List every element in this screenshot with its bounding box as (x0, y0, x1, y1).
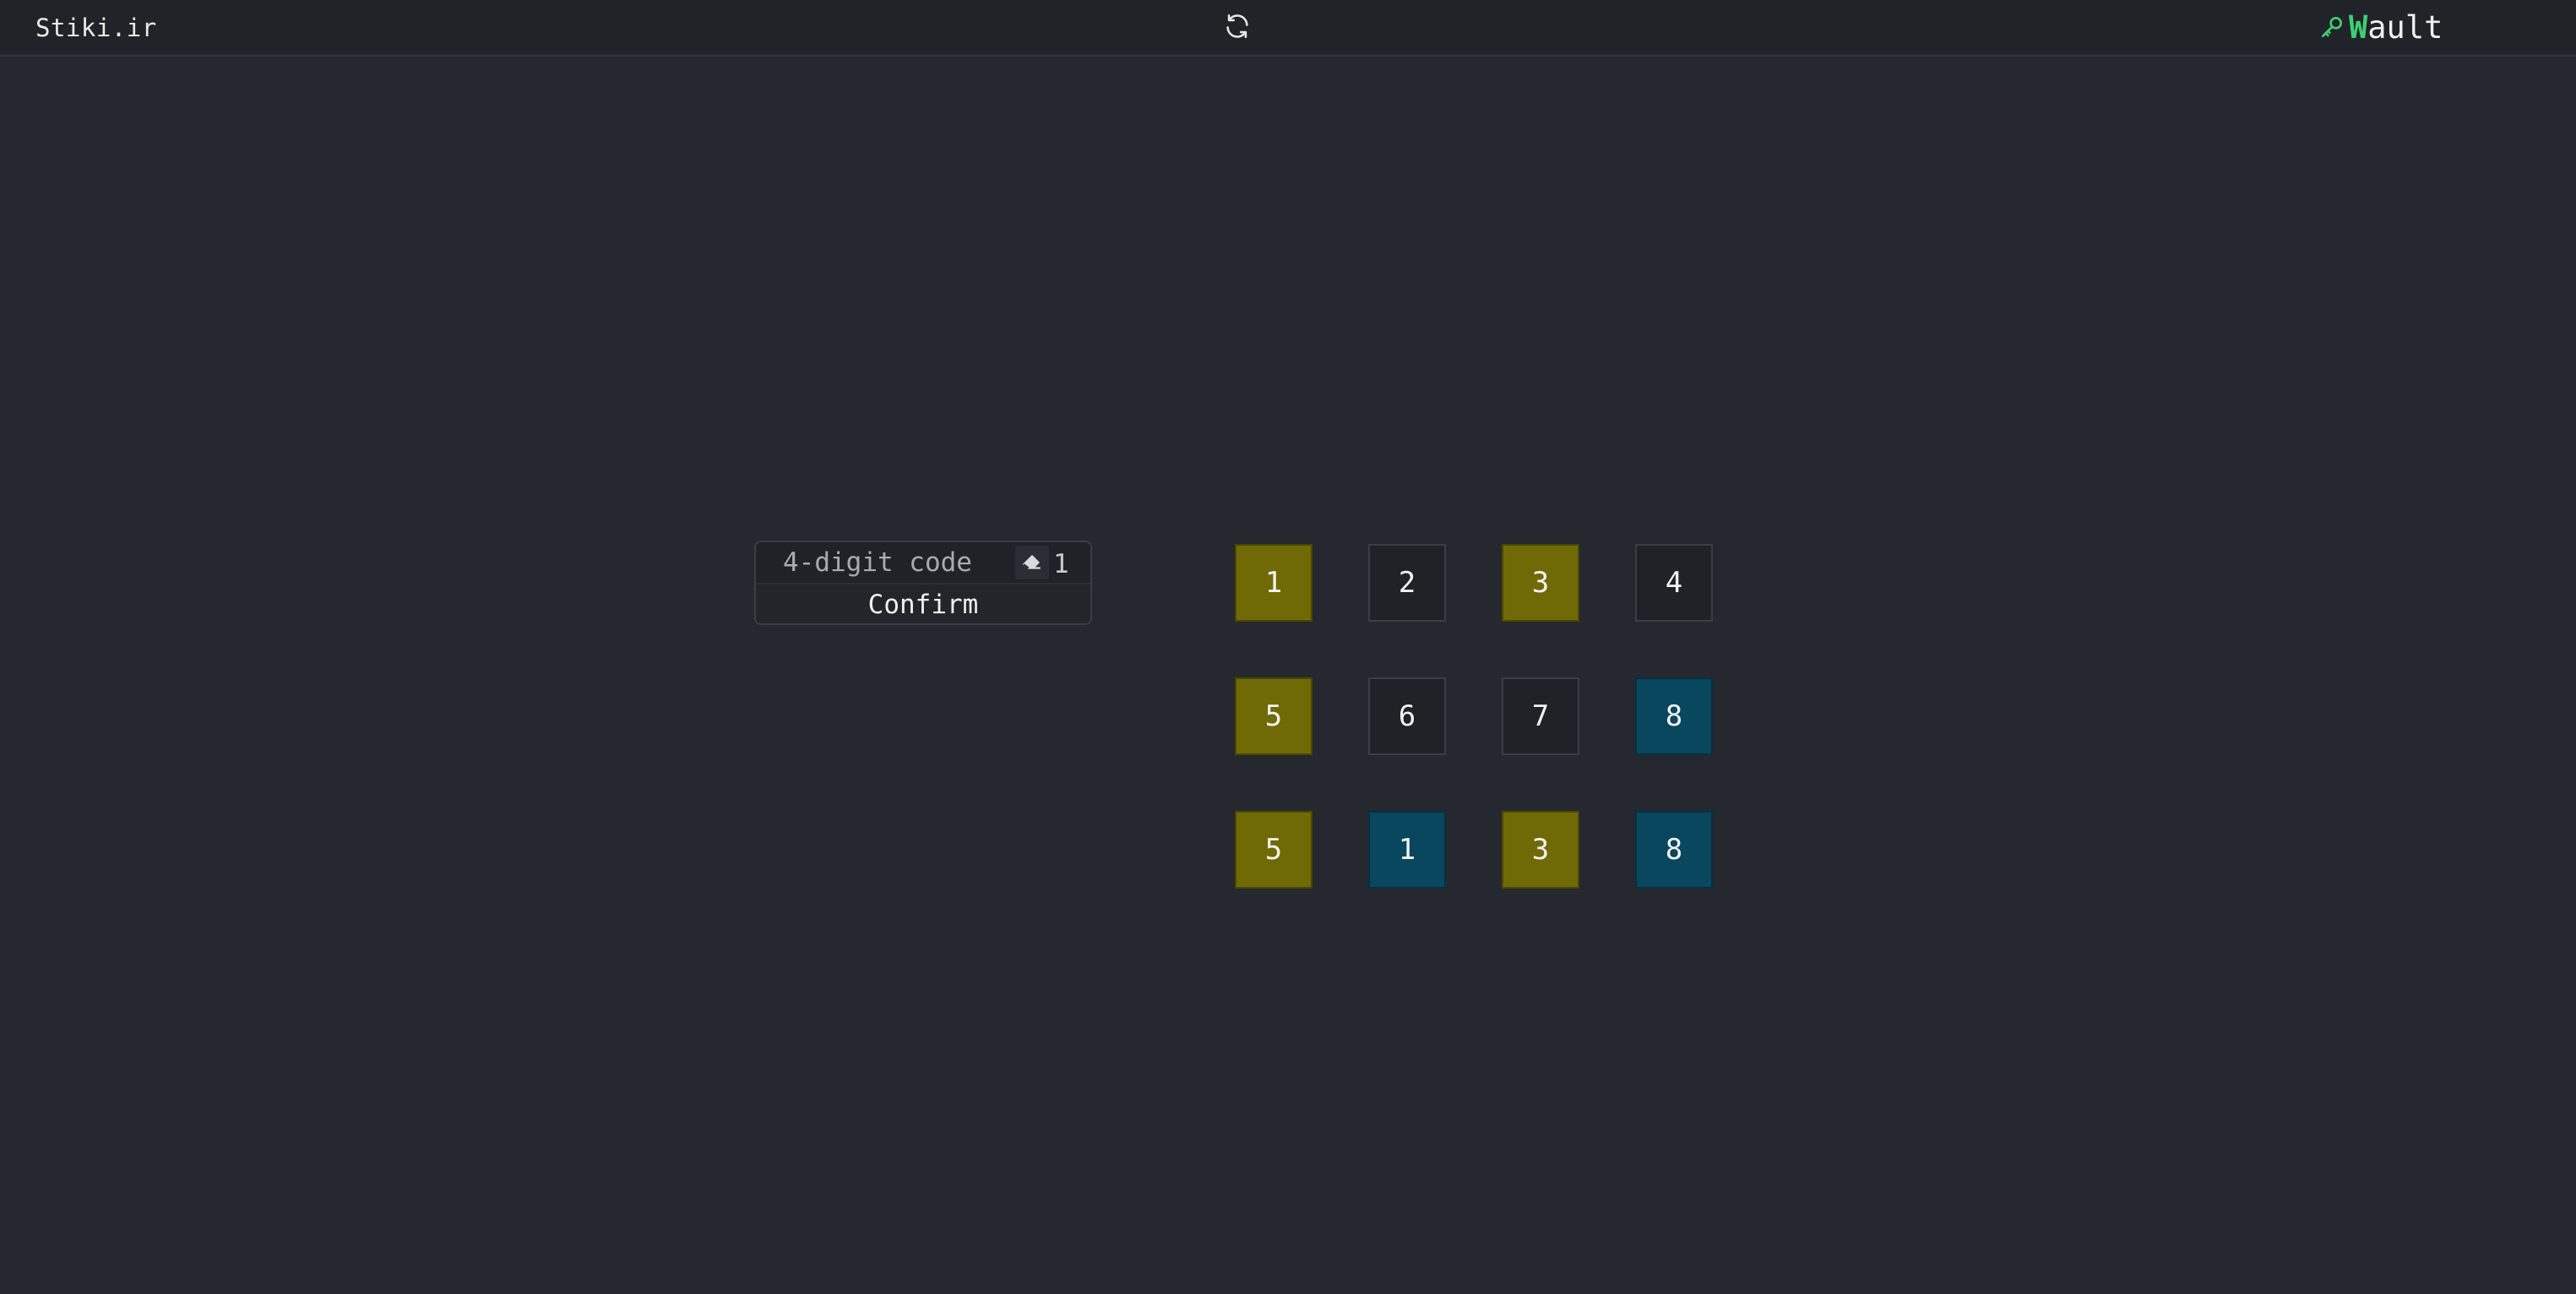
code-input-row: 1 (756, 542, 1090, 584)
tile[interactable]: 5 (1235, 677, 1312, 755)
tile[interactable]: 1 (1368, 811, 1446, 889)
tile[interactable]: 4 (1635, 544, 1713, 622)
wault-first-letter: W (2349, 8, 2368, 46)
top-bar: Stiki.ir Wault (0, 0, 2576, 57)
confirm-button[interactable]: Confirm (756, 584, 1090, 623)
site-brand[interactable]: Stiki.ir (35, 14, 157, 42)
digit-grid: 1 2 3 4 5 6 7 8 5 1 3 8 (1235, 544, 1716, 890)
tile[interactable]: 6 (1368, 677, 1446, 755)
tile[interactable]: 8 (1635, 811, 1713, 889)
code-input[interactable] (759, 546, 1013, 579)
code-panel: 1 Confirm (754, 541, 1092, 625)
key-icon (2318, 14, 2345, 41)
wault-rest: ault (2367, 8, 2443, 46)
tile[interactable]: 7 (1502, 677, 1579, 755)
wault-link[interactable]: Wault (2318, 8, 2443, 46)
eraser-icon[interactable] (1015, 546, 1049, 579)
tile[interactable]: 2 (1368, 544, 1446, 622)
refresh-icon[interactable] (1223, 12, 1252, 41)
attempt-count: 1 (1053, 549, 1069, 579)
tile[interactable]: 8 (1635, 677, 1713, 755)
tile[interactable]: 3 (1502, 811, 1579, 889)
tile[interactable]: 3 (1502, 544, 1579, 622)
tile[interactable]: 5 (1235, 811, 1312, 889)
tile[interactable]: 1 (1235, 544, 1312, 622)
